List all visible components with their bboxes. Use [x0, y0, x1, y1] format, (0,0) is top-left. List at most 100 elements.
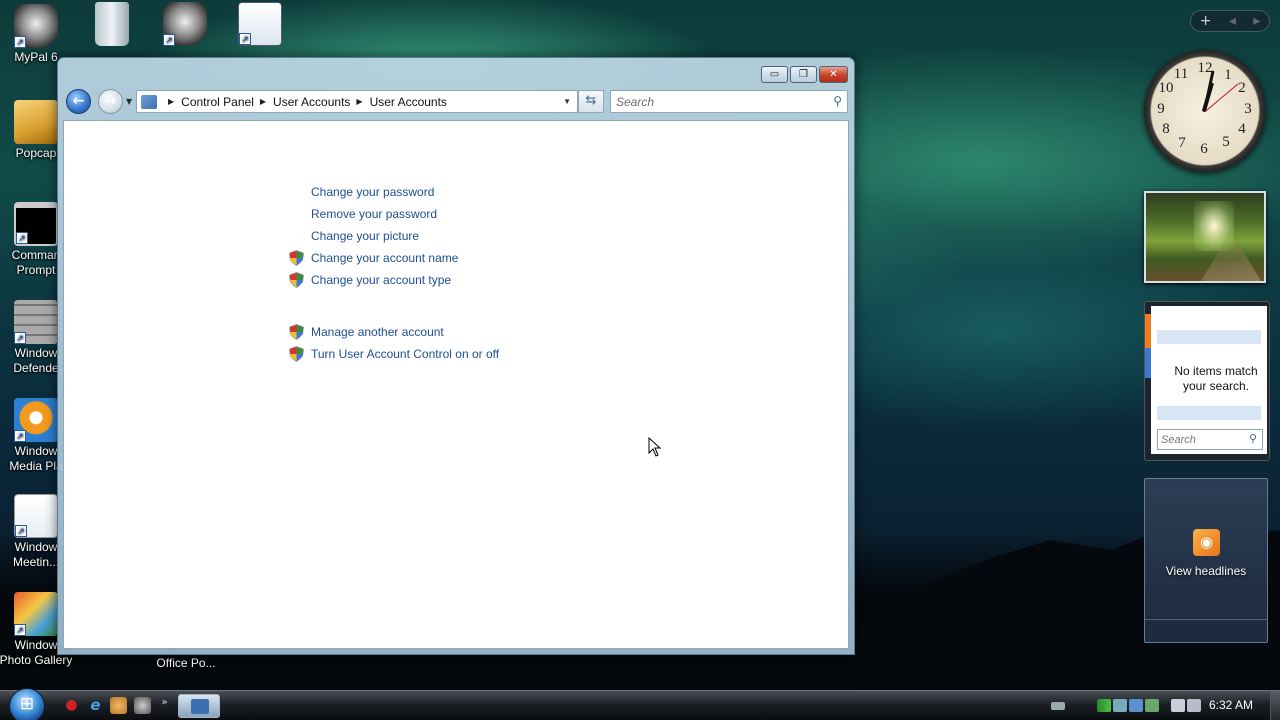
recycle-bin-icon [95, 2, 129, 46]
close-button[interactable]: ✕ [819, 66, 848, 83]
network-icon[interactable] [1113, 699, 1127, 712]
address-dropdown-icon[interactable]: ▼ [563, 97, 571, 106]
change-password-link[interactable]: Change your password [311, 185, 434, 199]
breadcrumb-user-accounts[interactable]: User Accounts [273, 95, 350, 109]
change-picture-link[interactable]: Change your picture [311, 229, 419, 243]
minimize-button[interactable]: ▭ [761, 66, 788, 83]
desktop-icon-office-label[interactable]: Office Po... [146, 656, 226, 671]
next-gadget-button[interactable]: ▸ [1253, 13, 1260, 29]
feed-headlines-gadget[interactable]: ◉ View headlines [1144, 478, 1268, 643]
taskbar-clock[interactable]: 6:32 AM [1209, 698, 1253, 712]
desktop-icon-label: Office Po... [156, 656, 216, 670]
volume-icon[interactable] [1187, 699, 1201, 712]
add-gadget-button[interactable]: + [1200, 13, 1212, 29]
desktop-icon-raccoon[interactable]: ↗ [145, 2, 225, 48]
breadcrumb: ▶ Control Panel ▶ User Accounts ▶ User A… [162, 95, 447, 109]
clock-numeral: 6 [1200, 141, 1208, 157]
search-input[interactable] [616, 92, 816, 111]
remove-password-link[interactable]: Remove your password [311, 207, 437, 221]
search-icon[interactable]: ⚲ [833, 94, 842, 108]
media-player-icon: ↗ [14, 398, 58, 442]
command-prompt-icon: ↗ [14, 202, 58, 246]
raccoon-icon: ↗ [14, 4, 58, 48]
quicklaunch-overflow-icon[interactable]: » [156, 694, 173, 711]
view-headlines-label[interactable]: View headlines [1145, 564, 1267, 578]
contacts-search-input[interactable] [1161, 431, 1241, 448]
desktop-icon-mypal[interactable]: ↗ MyPal 6 [0, 4, 76, 65]
change-account-name-link[interactable]: Change your account name [311, 251, 458, 265]
mypal-quicklaunch-icon[interactable] [110, 697, 127, 714]
system-tray: 6:32 AM [1035, 691, 1280, 720]
desktop-icon-office[interactable]: ↗ [220, 2, 300, 48]
address-bar[interactable]: ▶ Control Panel ▶ User Accounts ▶ User A… [136, 90, 578, 113]
forward-arrow-icon: → [104, 93, 117, 109]
slideshow-gadget[interactable] [1144, 191, 1266, 283]
office-document-icon: ↗ [238, 2, 282, 46]
breadcrumb-separator-icon[interactable]: ▶ [168, 97, 174, 106]
defender-icon: ↗ [14, 300, 58, 344]
navigation-bar: ← → ▼ ▶ Control Panel ▶ User Accounts ▶ … [66, 88, 848, 116]
gadget-divider [1145, 619, 1267, 620]
contacts-row [1157, 406, 1261, 420]
no-items-message: No items match your search. [1174, 364, 1258, 393]
caption-buttons: ▭ ❐ ✕ [759, 66, 848, 83]
sync-icon[interactable] [1145, 699, 1159, 712]
manage-another-account-link[interactable]: Manage another account [311, 325, 444, 339]
keyboard-icon[interactable] [1051, 702, 1065, 710]
sidebar-controls: + ◂ ▸ [1190, 10, 1270, 32]
change-account-type-link[interactable]: Change your account type [311, 273, 451, 287]
flag-icon[interactable] [1097, 699, 1111, 712]
monitor-icon[interactable] [1171, 699, 1185, 712]
uac-shield-icon [289, 346, 304, 362]
back-arrow-icon: ← [72, 93, 85, 109]
refresh-button[interactable]: ⇆ [578, 90, 604, 113]
clock-numeral: 5 [1222, 134, 1230, 150]
clock-numeral: 3 [1244, 101, 1252, 117]
uac-shield-icon [289, 272, 304, 288]
raccoon-quicklaunch-icon[interactable] [134, 697, 151, 714]
contacts-gadget[interactable]: No items match your search. ⚲ [1144, 301, 1270, 461]
show-desktop-button[interactable] [1270, 691, 1280, 720]
maximize-button[interactable]: ❐ [790, 66, 817, 83]
rss-icon: ◉ [1193, 529, 1220, 556]
display-icon[interactable] [1129, 699, 1143, 712]
breadcrumb-user-accounts-current[interactable]: User Accounts [370, 95, 447, 109]
desktop-icon-recycle-bin[interactable] [72, 2, 152, 48]
search-box[interactable]: ⚲ [610, 90, 848, 113]
photo-gallery-icon: ↗ [14, 592, 58, 636]
search-icon[interactable]: ⚲ [1249, 432, 1257, 445]
control-panel-window: ▭ ❐ ✕ ← → ▼ ▶ Control Panel ▶ User Accou… [57, 57, 855, 655]
clock-gadget[interactable]: 12 1 2 3 4 5 6 7 8 9 10 11 [1144, 50, 1266, 172]
uac-shield-icon [289, 324, 304, 340]
recent-pages-dropdown[interactable]: ▼ [126, 97, 132, 106]
minimize-icon: ▭ [769, 69, 780, 80]
breadcrumb-control-panel[interactable]: Control Panel [181, 95, 254, 109]
taskbar-button-control-panel[interactable] [178, 694, 220, 718]
desktop-icon-label: Photo Gallery [0, 653, 73, 667]
breadcrumb-separator-icon[interactable]: ▶ [260, 97, 266, 106]
refresh-icon: ⇆ [585, 93, 597, 108]
forward-button[interactable]: → [98, 89, 123, 114]
control-panel-taskbar-icon [191, 699, 209, 714]
uac-shield-icon [289, 250, 304, 266]
control-panel-icon [141, 94, 157, 109]
contacts-search-box[interactable]: ⚲ [1157, 429, 1263, 450]
contacts-tab-blue [1145, 348, 1151, 378]
raccoon-icon: ↗ [163, 2, 207, 46]
turn-uac-on-off-link[interactable]: Turn User Account Control on or off [311, 347, 499, 361]
clock-numeral: 8 [1162, 121, 1170, 137]
meeting-space-icon: ↗ [14, 494, 58, 538]
clock-numeral: 2 [1238, 80, 1246, 96]
previous-gadget-button[interactable]: ◂ [1229, 13, 1236, 29]
close-icon: ✕ [829, 69, 838, 80]
mouse-cursor-icon [648, 437, 662, 457]
breadcrumb-separator-icon[interactable]: ▶ [356, 97, 362, 106]
internet-explorer-icon[interactable]: e [87, 697, 104, 714]
clock-numeral: 11 [1173, 66, 1189, 82]
back-button[interactable]: ← [66, 89, 91, 114]
content-pane: Change your password Remove your passwor… [63, 120, 849, 649]
folder-icon [14, 100, 58, 144]
windows-logo-icon: ⊞ [19, 694, 35, 714]
record-icon[interactable]: ● [63, 697, 80, 714]
start-button[interactable]: ⊞ [9, 688, 45, 720]
